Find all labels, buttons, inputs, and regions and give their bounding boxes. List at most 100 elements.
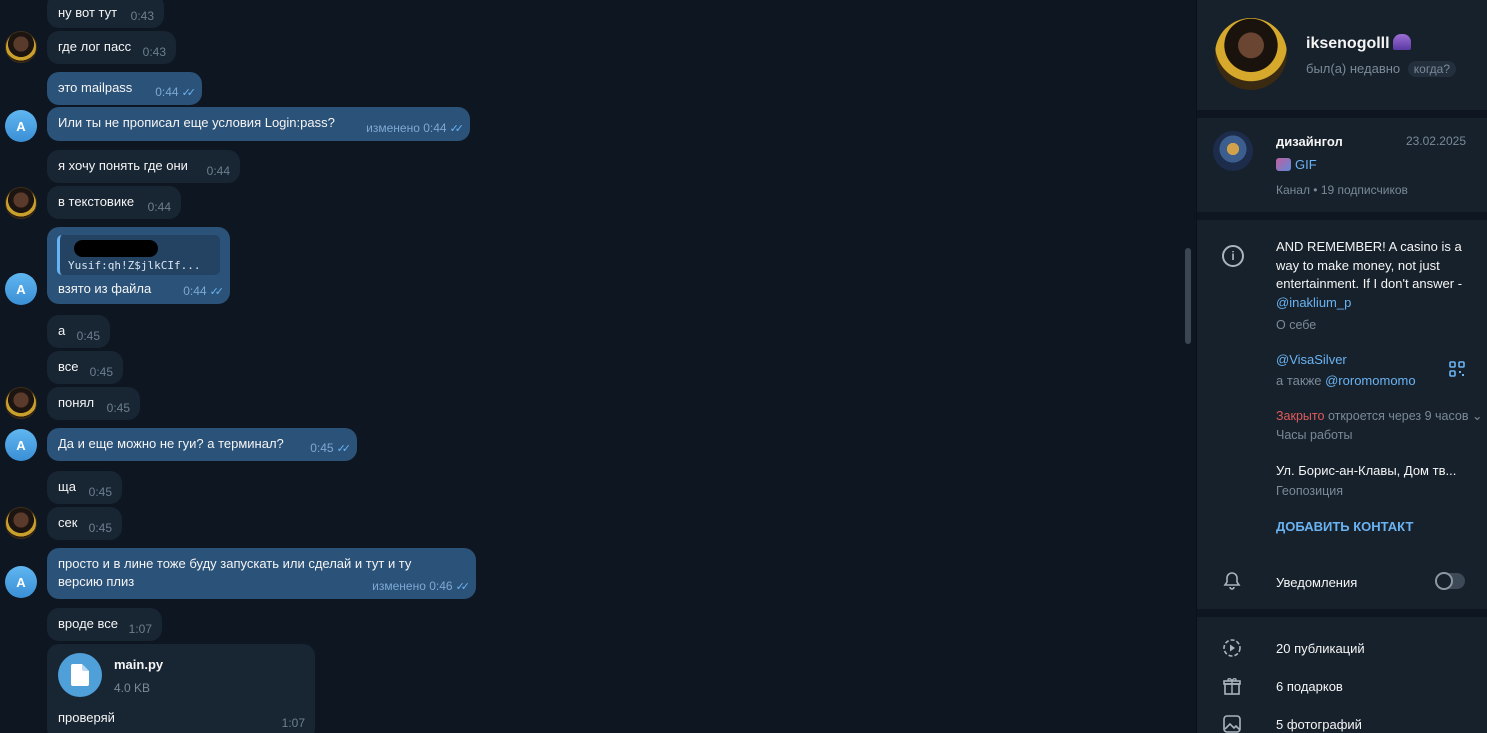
profile-name-row: iksenogolll: [1306, 34, 1411, 53]
message-text: а: [58, 323, 66, 338]
add-contact-button[interactable]: ДОБАВИТЬ КОНТАКТ: [1276, 519, 1413, 534]
business-hours-status[interactable]: Закрыто откроется через 9 часов ⌄: [1276, 407, 1482, 426]
profile-name: iksenogolll: [1306, 35, 1390, 52]
location-text[interactable]: Ул. Борис-ан-Клавы, Дом тв...: [1276, 462, 1456, 481]
avatar-letter: A: [16, 281, 26, 297]
channel-last-post: GIF: [1276, 157, 1317, 172]
message-text: проверяй: [58, 710, 115, 725]
message-bubble-with-reply[interactable]: Yusif:qh!Z$jlkCIf... взято из файла 0:44…: [47, 227, 230, 304]
read-ticks-icon: ✓✓: [209, 286, 225, 298]
message-bubble[interactable]: в текстовике 0:44: [47, 186, 181, 219]
message-bubble[interactable]: ща 0:45: [47, 471, 122, 504]
notifications-toggle[interactable]: [1435, 572, 1465, 590]
read-ticks-icon: ✓✓: [455, 581, 471, 593]
hours-label: Часы работы: [1276, 428, 1353, 442]
time-text: 0:44: [183, 284, 207, 298]
bio-mention-link[interactable]: @inaklium_p: [1276, 295, 1351, 310]
message-time: 0:45: [88, 521, 112, 535]
message-text: Да и еще можно не гуи? а терминал?: [58, 436, 284, 451]
channel-date: 23.02.2025: [1405, 134, 1466, 148]
chevron-down-icon: ⌄: [1471, 409, 1483, 423]
channel-avatar[interactable]: [1213, 131, 1253, 171]
quoted-reply[interactable]: Yusif:qh!Z$jlkCIf...: [57, 235, 220, 275]
message-text: все: [58, 359, 79, 374]
my-avatar[interactable]: A: [5, 273, 37, 305]
time-text: изменено 0:44: [366, 121, 447, 135]
reply-snippet: Yusif:qh!Z$jlkCIf...: [68, 259, 201, 272]
avatar-letter: A: [16, 118, 26, 134]
username-link[interactable]: @VisaSilver: [1276, 351, 1347, 370]
document-icon[interactable]: [58, 653, 102, 697]
stats-photos[interactable]: 5 фотографий: [1276, 717, 1362, 732]
message-bubble[interactable]: вроде все 1:07: [47, 608, 162, 641]
read-ticks-icon: ✓✓: [181, 87, 197, 99]
premium-emoji-icon[interactable]: [1392, 34, 1411, 50]
message-text: Или ты не прописал еще условия Login:pas…: [58, 115, 335, 130]
hours-opens-in: откроется через 9 часов: [1327, 409, 1469, 423]
contact-avatar[interactable]: [5, 387, 37, 419]
chat-scrollbar[interactable]: [1185, 248, 1191, 344]
bio-label: О себе: [1276, 318, 1317, 332]
file-message-bubble[interactable]: main.py 4.0 KB проверяй 1:07: [47, 644, 315, 733]
gift-icon: [1223, 678, 1241, 695]
photo-icon: [1223, 715, 1241, 733]
chat-area: ну вот тут 0:43 где лог пасс 0:43 это ma…: [0, 0, 1195, 733]
message-time: 1:07: [281, 716, 305, 730]
message-time: 0:45: [76, 329, 100, 343]
file-name[interactable]: main.py: [114, 656, 163, 674]
also-username-link[interactable]: @roromomomo: [1325, 373, 1416, 388]
message-text: я хочу понять где они: [58, 158, 188, 173]
message-text: понял: [58, 395, 95, 410]
profile-status: был(а) недавно: [1306, 61, 1401, 76]
avatar-letter: A: [16, 574, 26, 590]
profile-avatar[interactable]: [1215, 18, 1287, 90]
message-bubble[interactable]: Да и еще можно не гуи? а терминал? 0:45 ✓…: [47, 428, 357, 461]
my-avatar[interactable]: A: [5, 429, 37, 461]
redacted-name: [74, 240, 158, 257]
message-bubble[interactable]: я хочу понять где они 0:44: [47, 150, 240, 183]
message-bubble[interactable]: а 0:45: [47, 315, 110, 348]
message-bubble[interactable]: где лог пасс 0:43: [47, 31, 176, 64]
stats-gifts[interactable]: 6 подарков: [1276, 679, 1343, 694]
channel-name[interactable]: дизайнгол: [1276, 134, 1343, 149]
message-bubble[interactable]: все 0:45: [47, 351, 123, 384]
contact-avatar[interactable]: [5, 31, 37, 63]
bio-text-body: AND REMEMBER! A casino is a way to make …: [1276, 239, 1463, 291]
message-bubble[interactable]: это mailpass 0:44 ✓✓: [47, 72, 202, 105]
contact-avatar[interactable]: [5, 187, 37, 219]
gif-thumbnail-icon: [1276, 158, 1291, 171]
message-text: вроде все: [58, 616, 118, 631]
file-size: 4.0 KB: [114, 681, 151, 695]
message-text: сек: [58, 515, 78, 530]
message-text: ща: [58, 479, 76, 494]
last-post-text: GIF: [1295, 157, 1317, 172]
stats-publications[interactable]: 20 публикаций: [1276, 641, 1365, 656]
time-text: 0:44: [155, 85, 179, 99]
message-bubble[interactable]: ну вот тут 0:43: [47, 0, 164, 28]
my-avatar[interactable]: A: [5, 110, 37, 142]
message-bubble[interactable]: сек 0:45: [47, 507, 122, 540]
message-bubble[interactable]: просто и в лине тоже буду запускать или …: [47, 548, 476, 599]
section-divider: [1197, 212, 1487, 220]
message-time: изменено 0:46 ✓✓: [372, 579, 471, 594]
message-time: 0:44: [147, 200, 171, 214]
message-text-line-2: версию плиз: [58, 574, 135, 589]
message-time: 0:45 ✓✓: [310, 441, 351, 456]
message-text: это mailpass: [58, 80, 133, 95]
message-text-line-1: просто и в лине тоже буду запускать или …: [58, 556, 412, 571]
when-button[interactable]: когда?: [1407, 61, 1457, 77]
profile-status-row: был(а) недавно когда?: [1306, 61, 1457, 77]
location-label: Геопозиция: [1276, 484, 1344, 498]
message-time: 0:44 ✓✓: [155, 85, 197, 100]
qr-code-icon[interactable]: [1449, 361, 1465, 377]
contact-avatar[interactable]: [5, 507, 37, 539]
notifications-label: Уведомления: [1276, 575, 1358, 590]
channel-subscribers: Канал • 19 подписчиков: [1276, 183, 1408, 197]
message-text: взято из файла: [58, 281, 152, 296]
file-glyph-icon: [71, 664, 89, 686]
message-bubble[interactable]: понял 0:45: [47, 387, 140, 420]
message-bubble[interactable]: Или ты не прописал еще условия Login:pas…: [47, 107, 470, 141]
message-time: 0:43: [130, 9, 154, 23]
my-avatar[interactable]: A: [5, 566, 37, 598]
time-text: изменено 0:46: [372, 579, 453, 593]
